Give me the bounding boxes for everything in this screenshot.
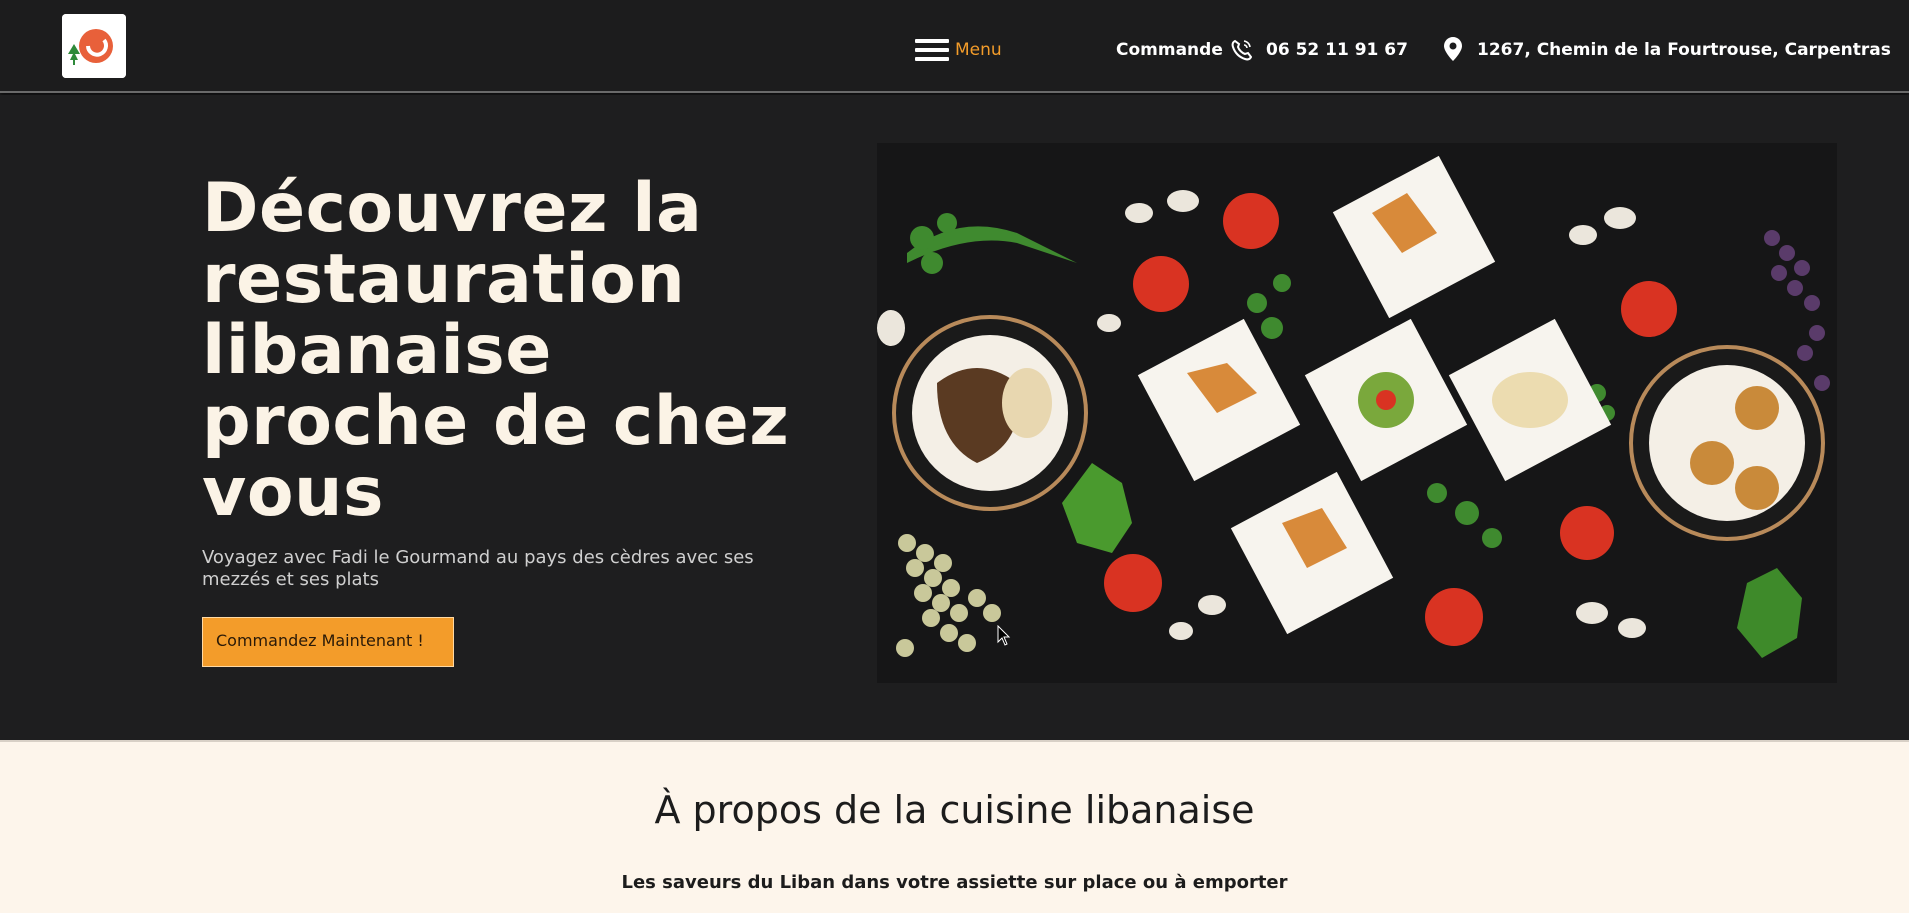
menu-toggle[interactable]: Menu bbox=[915, 38, 1002, 62]
map-pin-icon bbox=[1444, 37, 1462, 61]
about-title: À propos de la cuisine libanaise bbox=[654, 788, 1255, 832]
order-now-button[interactable]: Commandez Maintenant ! bbox=[202, 617, 454, 667]
address-link[interactable]: 1267, Chemin de la Fourtrouse, Carpentra… bbox=[1477, 38, 1891, 62]
phone-number-link[interactable]: 06 52 11 91 67 bbox=[1266, 38, 1408, 62]
top-navigation-bar: Menu Commande 06 52 11 91 67 1267, Chemi… bbox=[0, 0, 1909, 93]
order-label: Commande bbox=[1116, 40, 1223, 60]
about-section: À propos de la cuisine libanaise Les sav… bbox=[0, 740, 1909, 913]
mezze-food-photo bbox=[877, 143, 1837, 683]
hero-title: Découvrez la restauration libanaise proc… bbox=[202, 169, 790, 532]
about-subtitle: Les saveurs du Liban dans votre assiette… bbox=[621, 872, 1288, 893]
mouse-cursor-icon bbox=[997, 625, 1011, 646]
hero-subtitle: Voyagez avec Fadi le Gourmand au pays de… bbox=[202, 547, 754, 590]
site-logo[interactable] bbox=[62, 14, 126, 78]
phone-icon bbox=[1231, 39, 1252, 61]
menu-label: Menu bbox=[955, 40, 1002, 60]
hero-section: Découvrez la restauration libanaise proc… bbox=[0, 95, 1909, 740]
fadi-logo-icon bbox=[62, 14, 126, 78]
hamburger-icon bbox=[915, 38, 949, 62]
